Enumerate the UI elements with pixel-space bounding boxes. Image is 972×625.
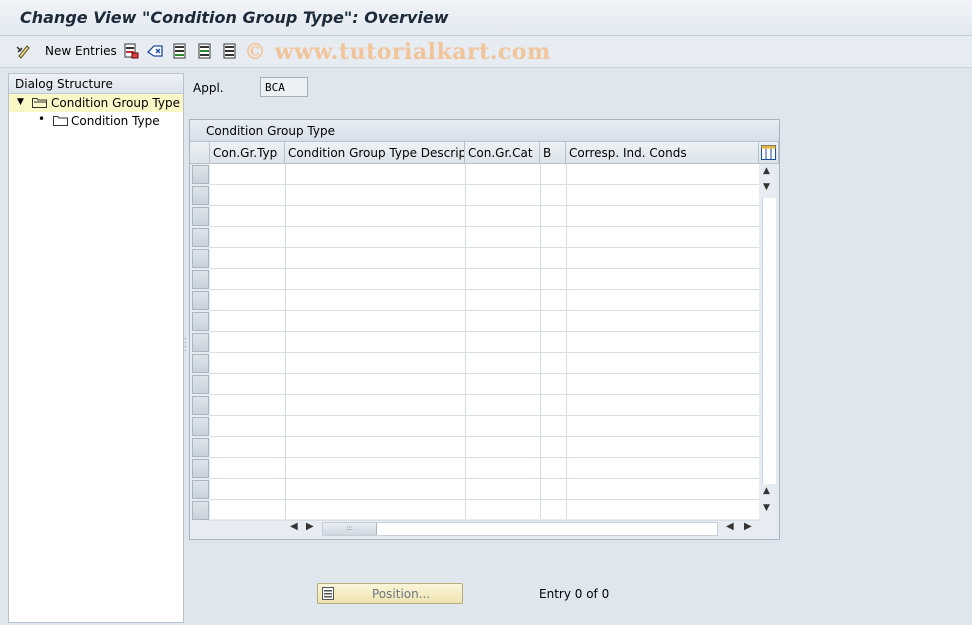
open-folder-icon bbox=[32, 98, 47, 108]
column-header-b[interactable]: B bbox=[540, 142, 566, 164]
table-body bbox=[210, 164, 759, 519]
row-selector[interactable] bbox=[192, 249, 209, 268]
row-selector[interactable] bbox=[192, 228, 209, 247]
table-row-divider bbox=[210, 394, 759, 395]
change-display-icon[interactable] bbox=[16, 43, 32, 59]
tree-item-label: Condition Type bbox=[71, 114, 160, 128]
table-column-divider bbox=[465, 164, 466, 519]
entry-count-text: Entry 0 of 0 bbox=[539, 587, 610, 601]
select-all-rows-header[interactable] bbox=[190, 142, 210, 164]
column-settings-icon[interactable] bbox=[760, 144, 777, 161]
page-title: Change View "Condition Group Type": Over… bbox=[20, 8, 449, 27]
expand-arrow-icon[interactable]: ▼ bbox=[17, 97, 24, 107]
appl-label: Appl. bbox=[193, 81, 224, 95]
horizontal-scroll-thumb[interactable]: ::: bbox=[323, 523, 377, 535]
column-header-description[interactable]: Condition Group Type Descrip... bbox=[285, 142, 465, 164]
position-button[interactable]: Position... bbox=[317, 583, 463, 604]
row-selector[interactable] bbox=[192, 459, 209, 478]
table-row-divider bbox=[210, 436, 759, 437]
tree-item-condition-type[interactable]: • Condition Type bbox=[9, 112, 183, 130]
row-selector[interactable] bbox=[192, 312, 209, 331]
application-toolbar: New Entries © www.tutorialkart.com bbox=[0, 36, 972, 68]
table-row-divider bbox=[210, 184, 759, 185]
row-selector[interactable] bbox=[192, 270, 209, 289]
table-row-divider bbox=[210, 226, 759, 227]
table-title: Condition Group Type bbox=[190, 120, 779, 142]
table-row-divider bbox=[210, 205, 759, 206]
scroll-left-icon[interactable]: ◀ bbox=[726, 521, 734, 532]
table-row-divider bbox=[210, 310, 759, 311]
select-all-icon[interactable] bbox=[172, 43, 188, 59]
table-column-divider bbox=[566, 164, 567, 519]
column-header-corresp-ind-conds[interactable]: Corresp. Ind. Conds bbox=[566, 142, 759, 164]
row-selector-column bbox=[190, 164, 210, 520]
panel-splitter-handle[interactable]: .... bbox=[184, 333, 187, 355]
row-selector[interactable] bbox=[192, 291, 209, 310]
horizontal-scroll-track[interactable]: ::: bbox=[322, 522, 718, 536]
vertical-scrollbar[interactable]: ▲ ▼ ▲ ▼ bbox=[759, 164, 779, 519]
scroll-right-icon[interactable]: ▶ bbox=[744, 521, 752, 532]
table-row-divider bbox=[210, 247, 759, 248]
new-entries-button[interactable]: New Entries bbox=[45, 44, 117, 58]
tree-bullet-icon: • bbox=[38, 112, 46, 126]
tree-item-condition-group-type[interactable]: ▼ Condition Group Type bbox=[9, 94, 183, 112]
scroll-up-icon[interactable]: ▲ bbox=[763, 166, 770, 176]
table-row-divider bbox=[210, 499, 759, 500]
row-selector[interactable] bbox=[192, 501, 209, 520]
row-selector[interactable] bbox=[192, 354, 209, 373]
table-row-divider bbox=[210, 268, 759, 269]
table-column-divider bbox=[540, 164, 541, 519]
scroll-left-icon[interactable]: ◀ bbox=[290, 521, 298, 532]
select-block-icon[interactable] bbox=[197, 43, 213, 59]
vertical-scroll-track[interactable] bbox=[762, 198, 776, 484]
dialog-structure-header: Dialog Structure bbox=[9, 74, 183, 94]
row-selector[interactable] bbox=[192, 438, 209, 457]
table-row-divider bbox=[210, 478, 759, 479]
row-selector[interactable] bbox=[192, 333, 209, 352]
table-row-divider bbox=[210, 520, 759, 521]
table-column-divider bbox=[285, 164, 286, 519]
table-row-divider bbox=[210, 331, 759, 332]
table-row-divider bbox=[210, 373, 759, 374]
folder-icon bbox=[53, 116, 68, 126]
deselect-all-icon[interactable] bbox=[222, 43, 238, 59]
table-row-divider bbox=[210, 457, 759, 458]
position-button-label: Position... bbox=[372, 587, 431, 601]
dialog-structure-panel: Dialog Structure ▼ Condition Group Type … bbox=[8, 73, 184, 623]
column-header-con-gr-cat[interactable]: Con.Gr.Cat bbox=[465, 142, 540, 164]
row-selector[interactable] bbox=[192, 375, 209, 394]
copy-as-icon[interactable] bbox=[123, 43, 139, 59]
scroll-down-icon[interactable]: ▼ bbox=[763, 182, 770, 192]
appl-field: BCA bbox=[260, 77, 308, 97]
column-header-con-gr-typ[interactable]: Con.Gr.Typ bbox=[210, 142, 285, 164]
scroll-right-icon[interactable]: ▶ bbox=[306, 521, 314, 532]
horizontal-scrollbar[interactable]: ◀ ▶ ::: ◀ ▶ bbox=[286, 520, 756, 538]
delete-icon[interactable] bbox=[147, 43, 163, 59]
condition-group-type-table: Condition Group Type Con.Gr.Typ Conditio… bbox=[189, 119, 780, 540]
title-bar: Change View "Condition Group Type": Over… bbox=[0, 0, 972, 36]
row-selector[interactable] bbox=[192, 396, 209, 415]
row-selector[interactable] bbox=[192, 186, 209, 205]
watermark-text: © www.tutorialkart.com bbox=[244, 39, 551, 65]
scroll-up-icon[interactable]: ▲ bbox=[763, 486, 770, 496]
table-row-divider bbox=[210, 352, 759, 353]
row-selector[interactable] bbox=[192, 165, 209, 184]
row-selector[interactable] bbox=[192, 207, 209, 226]
position-icon bbox=[322, 587, 334, 600]
tree-item-label: Condition Group Type bbox=[51, 96, 180, 110]
table-row-divider bbox=[210, 415, 759, 416]
row-selector[interactable] bbox=[192, 417, 209, 436]
table-row-divider bbox=[210, 289, 759, 290]
scroll-down-icon[interactable]: ▼ bbox=[763, 503, 770, 513]
row-selector[interactable] bbox=[192, 480, 209, 499]
